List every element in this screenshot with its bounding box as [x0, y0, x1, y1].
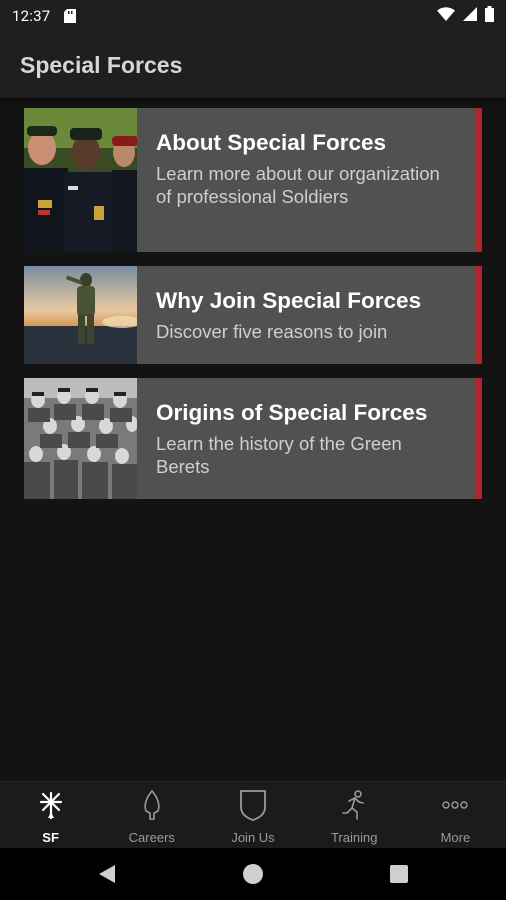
card-about-special-forces[interactable]: About Special Forces Learn more about ou… — [24, 108, 482, 252]
cell-signal-icon — [463, 7, 477, 25]
status-bar: 12:37 — [0, 0, 506, 32]
nav-item-training[interactable]: Training — [304, 782, 405, 848]
card-description: Learn more about our organization of pro… — [156, 163, 440, 207]
soldiers-dress-uniform-photo — [24, 108, 137, 252]
nav-label: Join Us — [231, 830, 275, 845]
card-body: About Special Forces Learn more about ou… — [137, 108, 475, 252]
status-time: 12:37 — [12, 7, 51, 25]
soldier-saluting-sunset-photo — [24, 266, 137, 364]
shield-icon — [236, 788, 270, 822]
more-dots-icon — [438, 788, 472, 822]
nav-item-join-us[interactable]: Join Us — [202, 782, 303, 848]
nav-label: More — [440, 830, 471, 845]
system-navigation-bar — [0, 848, 506, 900]
card-list: About Special Forces Learn more about ou… — [24, 108, 482, 513]
running-person-icon — [337, 788, 371, 822]
status-icons — [437, 6, 494, 26]
app-bar: Special Forces — [0, 32, 506, 98]
card-title: About Special Forces — [156, 130, 387, 155]
card-origins-of-special-forces[interactable]: Origins of Special Forces Learn the hist… — [24, 378, 482, 499]
back-button[interactable] — [34, 864, 180, 884]
nav-label: Training — [330, 830, 378, 845]
nav-label: Careers — [128, 830, 175, 845]
card-body: Why Join Special Forces Discover five re… — [137, 266, 475, 364]
card-title: Why Join Special Forces — [156, 288, 422, 313]
card-description: Learn the history of the Green Berets — [156, 433, 402, 477]
arrowhead-icon — [135, 788, 169, 822]
home-button[interactable] — [180, 863, 326, 885]
historic-soldiers-group-photo — [24, 378, 137, 499]
sd-card-icon — [64, 9, 77, 23]
card-why-join-special-forces[interactable]: Why Join Special Forces Discover five re… — [24, 266, 482, 364]
card-description: Discover five reasons to join — [156, 321, 388, 342]
nav-item-sf[interactable]: SF — [0, 782, 101, 848]
wifi-icon — [437, 7, 455, 25]
card-title: Origins of Special Forces — [156, 400, 428, 425]
nav-item-more[interactable]: More — [405, 782, 506, 848]
page-title: Special Forces — [20, 51, 183, 78]
sf-insignia-icon — [34, 788, 68, 822]
bottom-navigation: SF Careers Join Us Training More — [0, 781, 506, 848]
nav-item-careers[interactable]: Careers — [101, 782, 202, 848]
nav-label: SF — [42, 830, 59, 845]
battery-icon — [485, 6, 494, 26]
card-body: Origins of Special Forces Learn the hist… — [137, 378, 475, 499]
recents-button[interactable] — [326, 865, 472, 883]
